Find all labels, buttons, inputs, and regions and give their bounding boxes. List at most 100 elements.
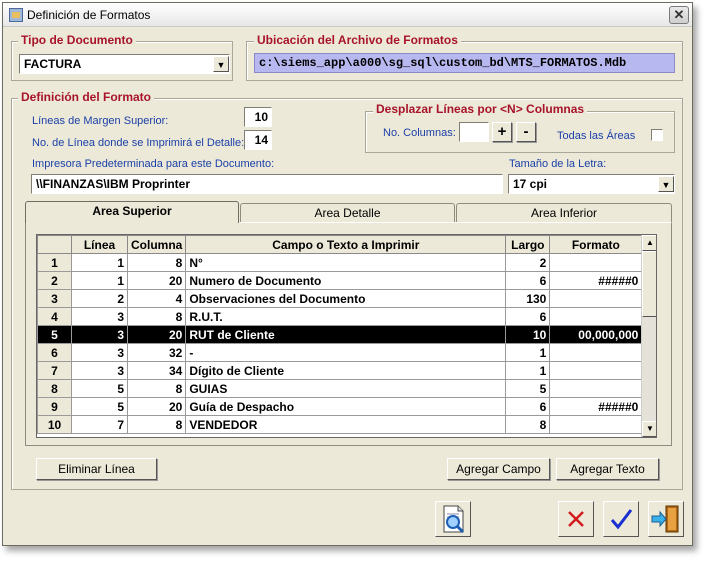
cell-formato[interactable] (549, 289, 643, 308)
table-row[interactable]: 10 7 8 VENDEDOR 8 (37, 415, 643, 434)
table-row[interactable]: 9 5 20 Guía de Despacho 6 #####0 (37, 397, 643, 416)
cell-linea[interactable]: 3 (71, 343, 128, 362)
cell-formato[interactable]: #####0 (549, 397, 643, 416)
table-row[interactable]: 2 1 20 Numero de Documento 6 #####0 (37, 271, 643, 290)
close-button[interactable]: ✕ (669, 6, 689, 24)
formato-grid[interactable]: Línea Columna Campo o Texto a Imprimir L… (36, 234, 657, 438)
cell-linea[interactable]: 3 (71, 307, 128, 326)
header-largo[interactable]: Largo (505, 235, 551, 254)
header-formato[interactable]: Formato (549, 235, 643, 254)
row-number[interactable]: 2 (37, 271, 72, 290)
row-number[interactable]: 9 (37, 397, 72, 416)
table-row[interactable]: 1 1 8 N° 2 (37, 253, 643, 272)
chevron-down-icon[interactable]: ▼ (658, 176, 674, 192)
cell-linea[interactable]: 1 (71, 253, 128, 272)
cell-largo[interactable]: 1 (505, 343, 551, 362)
cell-largo[interactable]: 10 (505, 325, 551, 344)
table-row[interactable]: 3 2 4 Observaciones del Documento 130 (37, 289, 643, 308)
cell-columna[interactable]: 4 (126, 289, 187, 308)
impresora-input[interactable]: \\FINANZAS\IBM Proprinter (31, 174, 503, 194)
accept-button[interactable] (603, 501, 639, 537)
cell-campo[interactable]: R.U.T. (185, 307, 507, 326)
tamano-letra-select[interactable]: 17 cpi ▼ (508, 174, 675, 194)
cell-columna[interactable]: 20 (126, 325, 187, 344)
scrollbar-thumb[interactable] (642, 251, 656, 317)
cell-campo[interactable]: Observaciones del Documento (185, 289, 507, 308)
cell-columna[interactable]: 8 (126, 379, 187, 398)
tab-area-superior[interactable]: Area Superior (25, 201, 239, 223)
row-number[interactable]: 4 (37, 307, 72, 326)
cell-formato[interactable] (549, 307, 643, 326)
cell-columna[interactable]: 8 (126, 253, 187, 272)
agregar-campo-button[interactable]: Agregar Campo (447, 458, 550, 480)
cell-linea[interactable]: 7 (71, 415, 128, 434)
row-number[interactable]: 10 (37, 415, 72, 434)
row-number[interactable]: 5 (37, 325, 72, 344)
grid-vertical-scrollbar[interactable]: ▲ ▼ (641, 235, 656, 437)
cell-formato[interactable]: #####0 (549, 271, 643, 290)
cell-largo[interactable]: 8 (505, 415, 551, 434)
cell-formato[interactable] (549, 361, 643, 380)
chevron-down-icon[interactable]: ▼ (213, 56, 229, 72)
cell-campo[interactable]: Numero de Documento (185, 271, 507, 290)
todas-areas-checkbox[interactable] (651, 129, 663, 141)
cell-linea[interactable]: 5 (71, 379, 128, 398)
cell-largo[interactable]: 5 (505, 379, 551, 398)
cancel-button[interactable] (558, 501, 594, 537)
cell-largo[interactable]: 1 (505, 361, 551, 380)
cell-largo[interactable]: 2 (505, 253, 551, 272)
scroll-up-arrow-icon[interactable]: ▲ (642, 235, 656, 251)
cell-linea[interactable]: 3 (71, 361, 128, 380)
preview-button[interactable] (435, 501, 471, 537)
cell-linea[interactable]: 5 (71, 397, 128, 416)
cell-columna[interactable]: 32 (126, 343, 187, 362)
cell-campo[interactable]: N° (185, 253, 507, 272)
columnas-input[interactable] (459, 122, 489, 142)
table-row[interactable]: 4 3 8 R.U.T. 6 (37, 307, 643, 326)
header-linea[interactable]: Línea (71, 235, 128, 254)
cell-largo[interactable]: 130 (505, 289, 551, 308)
agregar-texto-button[interactable]: Agregar Texto (556, 458, 659, 480)
cell-campo[interactable]: Guía de Despacho (185, 397, 507, 416)
tab-area-detalle[interactable]: Area Detalle (240, 203, 455, 223)
exit-button[interactable] (648, 501, 684, 537)
table-row[interactable]: 5 3 20 RUT de Cliente 10 00,000,000 (37, 325, 643, 344)
row-number[interactable]: 6 (37, 343, 72, 362)
cell-formato[interactable] (549, 253, 643, 272)
cell-campo[interactable]: VENDEDOR (185, 415, 507, 434)
cell-formato[interactable] (549, 379, 643, 398)
cell-campo[interactable]: Dígito de Cliente (185, 361, 507, 380)
scroll-down-arrow-icon[interactable]: ▼ (642, 421, 656, 437)
table-row[interactable]: 7 3 34 Dígito de Cliente 1 (37, 361, 643, 380)
cell-columna[interactable]: 8 (126, 307, 187, 326)
header-campo[interactable]: Campo o Texto a Imprimir (185, 235, 507, 254)
row-number[interactable]: 8 (37, 379, 72, 398)
cell-columna[interactable]: 20 (126, 397, 187, 416)
plus-button[interactable]: + (492, 122, 512, 142)
table-row[interactable]: 6 3 32-1 (37, 343, 643, 362)
cell-campo[interactable]: - (185, 343, 507, 362)
cell-formato[interactable]: 00,000,000 (549, 325, 643, 344)
row-number[interactable]: 7 (37, 361, 72, 380)
margen-input[interactable]: 10 (244, 107, 272, 127)
cell-columna[interactable]: 34 (126, 361, 187, 380)
cell-columna[interactable]: 20 (126, 271, 187, 290)
eliminar-linea-button[interactable]: Eliminar Línea (36, 458, 157, 480)
cell-linea[interactable]: 2 (71, 289, 128, 308)
tipo-documento-select[interactable]: FACTURA ▼ (19, 54, 230, 74)
minus-button[interactable]: - (516, 122, 536, 142)
table-row[interactable]: 8 5 8 GUIAS 5 (37, 379, 643, 398)
cell-largo[interactable]: 6 (505, 397, 551, 416)
cell-campo[interactable]: RUT de Cliente (185, 325, 507, 344)
cell-formato[interactable] (549, 343, 643, 362)
row-number[interactable]: 3 (37, 289, 72, 308)
cell-largo[interactable]: 6 (505, 271, 551, 290)
cell-columna[interactable]: 8 (126, 415, 187, 434)
cell-linea[interactable]: 1 (71, 271, 128, 290)
header-columna[interactable]: Columna (126, 235, 187, 254)
row-number[interactable]: 1 (37, 253, 72, 272)
cell-formato[interactable] (549, 415, 643, 434)
tab-area-inferior[interactable]: Area Inferior (456, 203, 672, 223)
cell-linea[interactable]: 3 (71, 325, 128, 344)
cell-campo[interactable]: GUIAS (185, 379, 507, 398)
